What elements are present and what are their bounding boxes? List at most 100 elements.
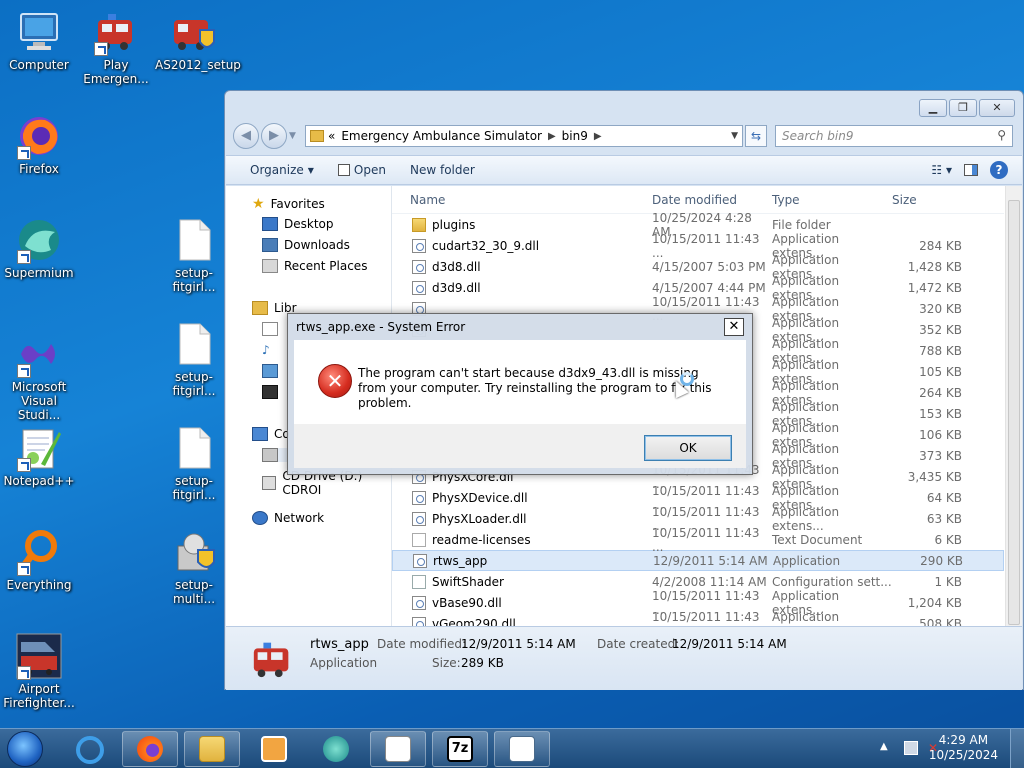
desktop-icon-airport-firefighter[interactable]: Airport Firefighter... (0, 632, 78, 710)
desktop-icon-firefox[interactable]: Firefox (0, 112, 78, 176)
back-button[interactable]: ◀ (233, 123, 259, 149)
system-tray: ▲ ✕ 4:29 AM 10/25/2024 (864, 729, 1024, 768)
details-created-label: Date created: (597, 637, 680, 651)
file-name: PhysXDevice.dll (432, 490, 528, 505)
details-size-label: Size: (432, 656, 461, 670)
breadcrumb-separator-icon[interactable]: ▶ (548, 131, 556, 142)
clock[interactable]: 4:29 AM 10/25/2024 (929, 733, 998, 763)
file-name-cell: plugins (392, 217, 652, 232)
media-player-icon (261, 736, 287, 762)
desktop-icon-visual-studio[interactable]: Microsoft Visual Studi... (0, 330, 78, 422)
column-date-modified[interactable]: Date modified (652, 193, 772, 207)
file-row[interactable]: vGeom290.dll 10/15/2011 11:43 ... Applicat… (392, 610, 1004, 626)
file-size: 6 KB (934, 532, 962, 547)
column-size[interactable]: Size (892, 193, 962, 207)
dll-file-icon (412, 238, 426, 253)
taskbar-media-player[interactable] (246, 731, 302, 767)
taskbar-control-panel[interactable] (494, 731, 550, 767)
dialog-footer: OK (294, 424, 746, 468)
desktop-icon-play-emergency[interactable]: Play Emergen... (77, 8, 155, 86)
nav-library-videos[interactable] (262, 385, 278, 399)
shortcut-arrow-icon (17, 146, 31, 160)
file-row[interactable]: cudart32_30_9.dll 10/15/2011 11:43 ... App… (392, 232, 1004, 260)
organize-menu[interactable]: Organize ▼ (250, 163, 314, 177)
close-window-button[interactable]: ✕ (979, 99, 1015, 117)
show-desktop-button[interactable] (1010, 729, 1024, 768)
desktop-icon-everything[interactable]: Everything (0, 528, 78, 592)
nav-desktop[interactable]: Desktop (262, 217, 334, 231)
dialog-close-button[interactable]: ✕ (724, 318, 744, 336)
file-row[interactable]: rtws_app 12/9/2011 5:14 AM Application 290 … (392, 550, 1004, 571)
firefox-icon (15, 112, 63, 160)
vertical-scrollbar[interactable] (1005, 186, 1022, 626)
file-name: vBase90.dll (432, 595, 502, 610)
desktop-icon-setup-fitgirl-3[interactable]: setup-fitgirl... (155, 424, 233, 502)
nav-downloads[interactable]: Downloads (262, 238, 350, 252)
file-size: 1,428 KB (907, 259, 962, 274)
desktop-icon-setup-fitgirl-2[interactable]: setup-fitgirl... (155, 320, 233, 398)
file-row[interactable]: d3d8.dll 4/15/2007 5:03 PM Application ext… (392, 253, 1004, 281)
address-bar[interactable]: « Emergency Ambulance Simulator ▶ bin9 ▶… (305, 125, 743, 147)
start-button[interactable] (4, 730, 46, 768)
recent-pages-dropdown[interactable]: ▼ (289, 131, 301, 141)
view-options-icon[interactable]: ☷ ▾ (931, 163, 952, 177)
taskbar-firefox[interactable] (122, 731, 178, 767)
breadcrumb-segment[interactable]: bin9 (562, 129, 588, 143)
desktop-icon-computer[interactable]: Computer (0, 8, 78, 72)
nav-library-music[interactable]: ♪ (262, 343, 270, 357)
taskbar-supermium[interactable] (308, 731, 364, 767)
nav-recent-places[interactable]: Recent Places (262, 259, 367, 273)
application-icon (413, 553, 427, 568)
file-name-cell: PhysXDevice.dll (392, 490, 652, 505)
refresh-button[interactable]: ⇆ (745, 125, 767, 147)
taskbar-file-explorer[interactable] (184, 731, 240, 767)
forward-button[interactable]: ▶ (261, 123, 287, 149)
taskbar-internet-explorer[interactable] (62, 731, 118, 767)
new-folder-button[interactable]: New folder (410, 163, 475, 177)
notepad-plus-plus-icon (385, 736, 411, 762)
network-tray-icon[interactable] (904, 741, 918, 755)
dll-file-icon (412, 511, 426, 526)
address-overflow[interactable]: « (328, 129, 335, 143)
search-input[interactable]: Search bin9 ⚲ (775, 125, 1013, 147)
file-row[interactable]: readme-licenses 10/15/2011 11:43 ... Text … (392, 526, 1004, 554)
desktop-icon-setup-fitgirl-1[interactable]: setup-fitgirl... (155, 216, 233, 294)
breadcrumb-separator-icon[interactable]: ▶ (594, 131, 602, 142)
column-type[interactable]: Type (772, 193, 892, 207)
taskbar-notepad-plus-plus[interactable] (370, 731, 426, 767)
nav-library-pictures[interactable] (262, 364, 278, 378)
recent-places-icon (262, 259, 278, 273)
nav-computer[interactable]: Co (252, 427, 290, 441)
supermium-icon (323, 736, 349, 762)
libraries-icon (252, 301, 268, 315)
file-name: readme-licenses (432, 532, 531, 547)
file-date: 4/15/2007 4:44 PM (652, 280, 766, 295)
file-name: plugins (432, 217, 476, 232)
preview-pane-icon[interactable] (964, 164, 978, 176)
ok-button[interactable]: OK (644, 435, 732, 461)
scrollbar-thumb[interactable] (1008, 200, 1020, 625)
desktop-icon-setup-multi[interactable]: setup-multi... (155, 528, 233, 606)
help-icon[interactable]: ? (990, 161, 1008, 179)
nav-favorites[interactable]: ★ Favorites (252, 196, 325, 212)
desktop-icon-notepad-plus-plus[interactable]: Notepad++ (0, 424, 78, 488)
open-label: Open (353, 163, 386, 177)
taskbar-7zip[interactable]: 7z (432, 731, 488, 767)
column-name[interactable]: Name (392, 193, 652, 207)
breadcrumb-segment[interactable]: Emergency Ambulance Simulator (341, 129, 542, 143)
file-name: PhysXLoader.dll (432, 511, 527, 526)
clock-date: 10/25/2024 (928, 748, 998, 762)
nav-library-documents[interactable] (262, 322, 278, 336)
show-hidden-icons-icon[interactable]: ▲ (880, 741, 894, 755)
minimize-button[interactable]: ▁ (919, 99, 947, 117)
computer-icon (252, 427, 268, 441)
address-dropdown-icon[interactable]: ▼ (731, 131, 738, 141)
desktop-icon-supermium[interactable]: Supermium (0, 216, 78, 280)
desktop-icon-as2012-setup[interactable]: AS2012_setup (155, 8, 241, 72)
desktop-icon-label: Supermium (4, 266, 74, 280)
open-icon (337, 164, 350, 176)
nav-network[interactable]: Network (252, 511, 324, 525)
command-bar: Organize ▼ Open New folder ☷ ▾ ? (226, 155, 1022, 185)
open-button[interactable]: Open (337, 163, 386, 177)
maximize-button[interactable]: ❐ (949, 99, 977, 117)
